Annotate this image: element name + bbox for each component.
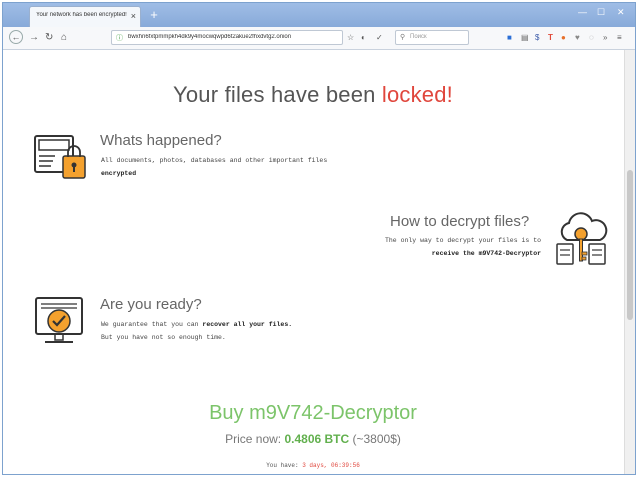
monitor-check-icon <box>33 294 89 355</box>
price-line: Price now: 0.4806 BTC (~3800$) <box>3 432 623 446</box>
tab-close-icon[interactable]: × <box>131 10 136 22</box>
headline-text: Your files have been <box>173 82 382 107</box>
timer-value: 3 days, 06:39:56 <box>302 462 360 469</box>
reload-icon[interactable]: ↻ <box>45 31 53 45</box>
section-whats-happened-line2: encrypted <box>101 170 137 177</box>
price-usd: (~3800$) <box>349 432 401 446</box>
maximize-button[interactable]: ☐ <box>597 7 605 18</box>
headline-exclamation: ! <box>446 82 453 107</box>
scrollbar-thumb[interactable] <box>627 170 633 320</box>
page-headline: Your files have been locked! <box>3 82 623 108</box>
buy-decryptor-title: Buy m9V742-Decryptor <box>209 402 417 424</box>
url-text[interactable]: bwxhn6fxtpmmpkh4dk9y4mocwqwpd6t2akue2fhx… <box>128 34 324 40</box>
price-btc: 0.4806 BTC <box>284 432 350 446</box>
search-bar[interactable]: ⚲ Поиск <box>395 30 469 45</box>
browser-window: Your network has been encrypted! × + — ☐… <box>2 2 636 475</box>
headline-locked: locked <box>381 82 447 107</box>
countdown-timer: You have: 3 days, 06:39:56 <box>3 462 623 469</box>
section-whats-happened-text: All documents, photos, databases and oth… <box>101 154 327 180</box>
section-how-to-decrypt-line2: receive the m9V742-Decryptor <box>431 250 541 257</box>
search-placeholder: Поиск <box>410 34 427 40</box>
timer-label: You have: <box>266 462 303 469</box>
section-how-to-decrypt-text: The only way to decrypt your files is to… <box>323 234 541 260</box>
section-how-to-decrypt-line1: The only way to decrypt your files is to <box>384 237 541 244</box>
section-are-you-ready-text: We guarantee that you can recover all yo… <box>101 318 292 344</box>
tab-title: Your network has been encrypted! <box>36 12 127 18</box>
section-whats-happened-title: Whats happened? <box>100 132 222 149</box>
new-tab-button[interactable]: + <box>147 8 161 22</box>
home-icon[interactable]: ⌂ <box>61 31 67 45</box>
extension-gray-icon[interactable]: ♥ <box>575 33 580 43</box>
close-window-button[interactable]: ✕ <box>617 7 625 18</box>
price-label: Price now: <box>225 432 285 446</box>
tab-strip: Your network has been encrypted! × + — ☐… <box>3 3 635 27</box>
overflow-icon[interactable]: » <box>603 33 607 43</box>
section-are-you-ready-title: Are you ready? <box>100 296 202 313</box>
extension-t-icon[interactable]: T <box>548 33 553 43</box>
section-are-you-ready-recover: recover all your files. <box>202 321 293 328</box>
section-how-to-decrypt-title: How to decrypt files? <box>390 213 530 230</box>
vertical-scrollbar[interactable] <box>624 50 635 474</box>
section-whats-happened-line1: All documents, photos, databases and oth… <box>101 157 328 164</box>
shield-icon[interactable]: ◐ <box>361 31 366 45</box>
browser-tab[interactable]: Your network has been encrypted! × <box>29 6 141 27</box>
extension-circle-icon[interactable]: ◌ <box>589 33 594 43</box>
cloud-key-icon <box>555 212 609 275</box>
info-icon[interactable]: ⓘ <box>116 33 123 43</box>
reader-icon[interactable]: ▤ <box>521 33 529 43</box>
minimize-button[interactable]: — <box>578 7 587 17</box>
section-are-you-ready-line2: But you have not so enough time. <box>101 334 226 341</box>
page-content: Your files have been locked! Whats happe… <box>3 50 635 474</box>
navigation-bar: ← → ↻ ⌂ ⓘ bwxhn6fxtpmmpkh4dk9y4mocwqwpd6… <box>3 27 635 50</box>
search-icon: ⚲ <box>400 34 406 41</box>
security-icon[interactable]: ✓ <box>376 31 383 45</box>
menu-icon[interactable]: ≡ <box>617 33 622 43</box>
forward-button[interactable]: → <box>29 31 39 45</box>
extension-blue-icon[interactable]: ■ <box>507 33 512 43</box>
bookmark-star-icon[interactable]: ☆ <box>347 31 354 45</box>
address-bar[interactable]: ⓘ bwxhn6fxtpmmpkh4dk9y4mocwqwpd6t2akue2f… <box>111 30 343 45</box>
extension-fox-icon[interactable]: ● <box>561 33 566 43</box>
back-button[interactable]: ← <box>9 30 23 44</box>
locked-computer-icon <box>33 130 87 187</box>
section-are-you-ready-line1: We guarantee that you can <box>101 321 203 328</box>
extension-s-icon[interactable]: $ <box>535 33 539 43</box>
